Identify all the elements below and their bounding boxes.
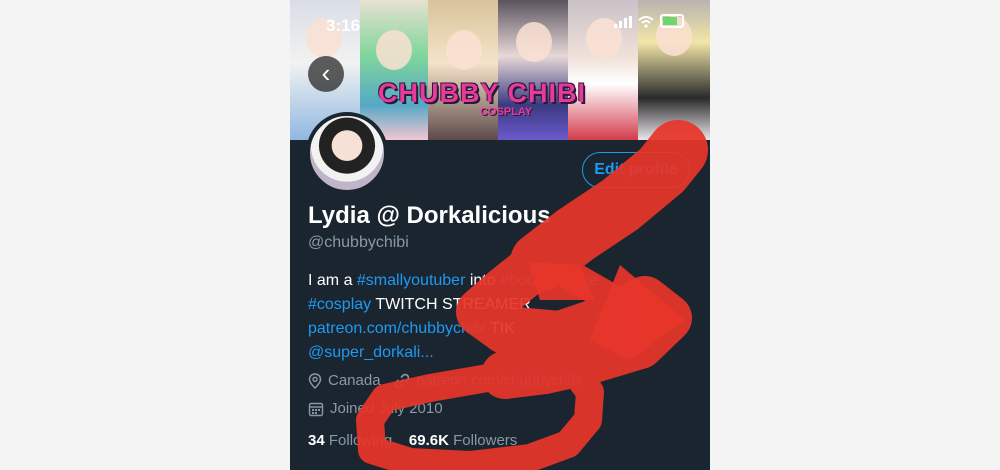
website-link[interactable]: patreon.com/chubbychibi (416, 372, 583, 389)
banner-logo-subtitle: COSPLAY (480, 106, 533, 118)
joined-text: Joined July 2010 (330, 400, 443, 417)
following-count: 34 (308, 432, 325, 449)
location: Canada (308, 372, 381, 389)
display-name: Lydia @ Dorkalicious (308, 202, 551, 229)
follow-counts: 34 Following 69.6K Followers (308, 432, 517, 449)
banner-photo (498, 0, 568, 140)
following-stat[interactable]: 34 Following (308, 432, 392, 449)
following-label: Following (328, 432, 393, 449)
status-icons (614, 14, 684, 28)
patreon-link[interactable]: patreon.com/chubbychibi (308, 320, 486, 337)
link-icon (394, 373, 410, 388)
bio-text: TIK (485, 320, 515, 337)
bio-line: patreon.com/chubbychibi TIK (308, 320, 515, 338)
banner-logo-text: CHUBBY CHIBI (378, 78, 587, 108)
mention-link[interactable]: @super_dorkali... (308, 344, 434, 361)
avatar[interactable] (306, 112, 388, 194)
hashtag-link[interactable]: #bodypositive (500, 272, 598, 289)
signal-icon (614, 16, 632, 28)
hashtag-link[interactable]: #cosplay (308, 296, 371, 313)
user-handle: @chubbychibi (308, 234, 409, 251)
followers-label: Followers (453, 432, 518, 449)
bio-text: into (465, 272, 501, 289)
banner-photo (428, 0, 498, 140)
calendar-icon (308, 402, 324, 416)
bio-text: I am a (308, 272, 357, 289)
followers-stat[interactable]: 69.6K Followers (409, 432, 517, 449)
followers-count: 69.6K (408, 432, 449, 449)
location-pin-icon (308, 372, 322, 389)
location-text: Canada (328, 372, 381, 389)
hashtag-link[interactable]: #smallyoutuber (357, 272, 466, 289)
back-button[interactable]: ‹ (308, 56, 344, 92)
website[interactable]: patreon.com/chubbychibi (394, 372, 583, 389)
battery-icon (660, 14, 684, 28)
profile-screen: CHUBBY CHIBI COSPLAY 3:16 ‹ Edit profile… (290, 0, 710, 470)
edit-profile-button[interactable]: Edit profile (582, 152, 690, 188)
bio-line: @super_dorkali... (308, 344, 434, 362)
joined-date: Joined July 2010 (308, 400, 443, 417)
bio-text: TWITCH STREAMER (371, 296, 531, 313)
status-time: 3:16 (326, 16, 361, 35)
bio-line: I am a #smallyoutuber into #bodypositive (308, 272, 598, 290)
wifi-icon (638, 16, 654, 28)
bio-line: #cosplay TWITCH STREAMER (308, 296, 531, 314)
